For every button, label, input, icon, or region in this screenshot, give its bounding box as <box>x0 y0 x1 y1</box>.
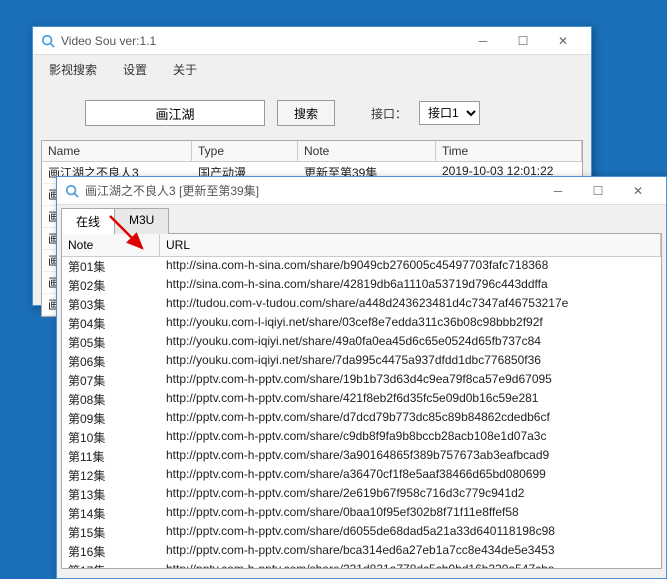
cell-ep-url: http://pptv.com-h-pptv.com/share/3a90164… <box>160 447 661 466</box>
search-area: 搜索 接口： 接口1 <box>33 84 591 136</box>
cell-ep-note: 第11集 <box>62 447 160 466</box>
cell-ep-url: http://youku.com-iqiyi.net/share/7da995c… <box>160 352 661 371</box>
cell-ep-note: 第01集 <box>62 257 160 276</box>
episode-list[interactable]: Note URL 第01集http://sina.com-h-sina.com/… <box>61 233 662 569</box>
episode-header: Note URL <box>62 234 661 257</box>
cell-ep-url: http://pptv.com-h-pptv.com/share/d7dcd79… <box>160 409 661 428</box>
cell-ep-note: 第12集 <box>62 466 160 485</box>
cell-ep-note: 第06集 <box>62 352 160 371</box>
list-item[interactable]: 第09集http://pptv.com-h-pptv.com/share/d7d… <box>62 409 661 428</box>
cell-ep-url: http://pptv.com-h-pptv.com/share/c9db8f9… <box>160 428 661 447</box>
list-item[interactable]: 第13集http://pptv.com-h-pptv.com/share/2e6… <box>62 485 661 504</box>
cell-ep-note: 第05集 <box>62 333 160 352</box>
child-title: 画江湖之不良人3 [更新至第39集] <box>85 182 538 199</box>
search-input[interactable] <box>85 100 265 126</box>
app-icon <box>41 34 55 48</box>
list-item[interactable]: 第10集http://pptv.com-h-pptv.com/share/c9d… <box>62 428 661 447</box>
child-maximize-button[interactable]: ☐ <box>578 178 618 204</box>
interface-label: 接口： <box>371 105 407 122</box>
cell-ep-note: 第04集 <box>62 314 160 333</box>
cell-ep-url: http://pptv.com-h-pptv.com/share/421f8eb… <box>160 390 661 409</box>
grid-header: Name Type Note Time <box>42 141 582 162</box>
cell-ep-note: 第16集 <box>62 542 160 561</box>
minimize-button[interactable]: ─ <box>463 28 503 54</box>
cell-ep-note: 第03集 <box>62 295 160 314</box>
cell-ep-note: 第14集 <box>62 504 160 523</box>
list-item[interactable]: 第14集http://pptv.com-h-pptv.com/share/0ba… <box>62 504 661 523</box>
list-item[interactable]: 第17集http://pptv.com-h-pptv.com/share/231… <box>62 561 661 569</box>
col-time[interactable]: Time <box>436 141 582 161</box>
cell-ep-url: http://pptv.com-h-pptv.com/share/231d831… <box>160 561 661 569</box>
child-minimize-button[interactable]: ─ <box>538 178 578 204</box>
cell-ep-url: http://pptv.com-h-pptv.com/share/0baa10f… <box>160 504 661 523</box>
list-item[interactable]: 第06集http://youku.com-iqiyi.net/share/7da… <box>62 352 661 371</box>
list-item[interactable]: 第08集http://pptv.com-h-pptv.com/share/421… <box>62 390 661 409</box>
list-item[interactable]: 第12集http://pptv.com-h-pptv.com/share/a36… <box>62 466 661 485</box>
cell-ep-note: 第09集 <box>62 409 160 428</box>
cell-ep-note: 第08集 <box>62 390 160 409</box>
cell-ep-note: 第15集 <box>62 523 160 542</box>
menu-about[interactable]: 关于 <box>161 57 209 82</box>
cell-ep-note: 第10集 <box>62 428 160 447</box>
interface-select[interactable]: 接口1 <box>419 101 480 125</box>
app-icon <box>65 184 79 198</box>
col-ep-note[interactable]: Note <box>62 234 160 256</box>
child-titlebar[interactable]: 画江湖之不良人3 [更新至第39集] ─ ☐ ✕ <box>57 177 666 205</box>
cell-ep-url: http://pptv.com-h-pptv.com/share/bca314e… <box>160 542 661 561</box>
tab-m3u[interactable]: M3U <box>114 208 169 234</box>
col-name[interactable]: Name <box>42 141 192 161</box>
col-type[interactable]: Type <box>192 141 298 161</box>
cell-ep-url: http://sina.com-h-sina.com/share/b9049cb… <box>160 257 661 276</box>
cell-ep-url: http://pptv.com-h-pptv.com/share/2e619b6… <box>160 485 661 504</box>
list-item[interactable]: 第04集http://youku.com-l-iqiyi.net/share/0… <box>62 314 661 333</box>
child-close-button[interactable]: ✕ <box>618 178 658 204</box>
list-item[interactable]: 第02集http://sina.com-h-sina.com/share/428… <box>62 276 661 295</box>
cell-ep-url: http://sina.com-h-sina.com/share/42819db… <box>160 276 661 295</box>
col-ep-url[interactable]: URL <box>160 234 661 256</box>
cell-ep-note: 第02集 <box>62 276 160 295</box>
main-titlebar[interactable]: Video Sou ver:1.1 ─ ☐ ✕ <box>33 27 591 55</box>
cell-ep-note: 第07集 <box>62 371 160 390</box>
search-button[interactable]: 搜索 <box>277 100 335 126</box>
cell-ep-url: http://youku.com-iqiyi.net/share/49a0fa0… <box>160 333 661 352</box>
close-button[interactable]: ✕ <box>543 28 583 54</box>
cell-ep-note: 第17集 <box>62 561 160 569</box>
tabs: 在线 M3U <box>57 205 666 233</box>
col-note[interactable]: Note <box>298 141 436 161</box>
list-item[interactable]: 第05集http://youku.com-iqiyi.net/share/49a… <box>62 333 661 352</box>
menu-search[interactable]: 影视搜索 <box>37 57 109 82</box>
cell-ep-url: http://pptv.com-h-pptv.com/share/d6055de… <box>160 523 661 542</box>
menubar: 影视搜索 设置 关于 <box>33 55 591 84</box>
menu-settings[interactable]: 设置 <box>111 57 159 82</box>
list-item[interactable]: 第15集http://pptv.com-h-pptv.com/share/d60… <box>62 523 661 542</box>
cell-ep-url: http://pptv.com-h-pptv.com/share/a36470c… <box>160 466 661 485</box>
episode-window: 画江湖之不良人3 [更新至第39集] ─ ☐ ✕ 在线 M3U Note URL… <box>56 176 667 579</box>
list-item[interactable]: 第11集http://pptv.com-h-pptv.com/share/3a9… <box>62 447 661 466</box>
list-item[interactable]: 第03集http://tudou.com-v-tudou.com/share/a… <box>62 295 661 314</box>
tab-online[interactable]: 在线 <box>61 208 115 234</box>
main-title: Video Sou ver:1.1 <box>61 34 463 48</box>
list-item[interactable]: 第07集http://pptv.com-h-pptv.com/share/19b… <box>62 371 661 390</box>
cell-ep-url: http://youku.com-l-iqiyi.net/share/03cef… <box>160 314 661 333</box>
list-item[interactable]: 第01集http://sina.com-h-sina.com/share/b90… <box>62 257 661 276</box>
cell-ep-note: 第13集 <box>62 485 160 504</box>
list-item[interactable]: 第16集http://pptv.com-h-pptv.com/share/bca… <box>62 542 661 561</box>
maximize-button[interactable]: ☐ <box>503 28 543 54</box>
cell-ep-url: http://pptv.com-h-pptv.com/share/19b1b73… <box>160 371 661 390</box>
cell-ep-url: http://tudou.com-v-tudou.com/share/a448d… <box>160 295 661 314</box>
